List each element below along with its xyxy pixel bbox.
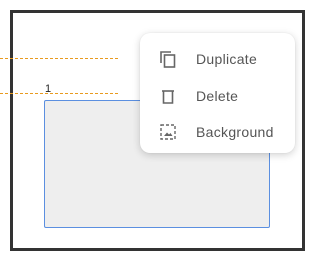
alignment-guide-top xyxy=(0,58,118,59)
element-number-label: 1 xyxy=(45,83,52,95)
alignment-guide-middle xyxy=(0,93,118,94)
duplicate-icon xyxy=(158,49,178,69)
delete-label: Delete xyxy=(196,88,239,104)
background-label: Background xyxy=(196,124,274,140)
delete-menu-item[interactable]: Delete xyxy=(140,78,295,114)
background-image-icon xyxy=(158,122,178,142)
trash-icon xyxy=(158,86,178,106)
duplicate-label: Duplicate xyxy=(196,51,258,67)
background-menu-item[interactable]: Background xyxy=(140,114,295,150)
context-menu: Duplicate Delete Background xyxy=(140,33,295,153)
editor-stage: 1 Duplicate Delete Background xyxy=(0,0,309,258)
duplicate-menu-item[interactable]: Duplicate xyxy=(140,41,295,77)
